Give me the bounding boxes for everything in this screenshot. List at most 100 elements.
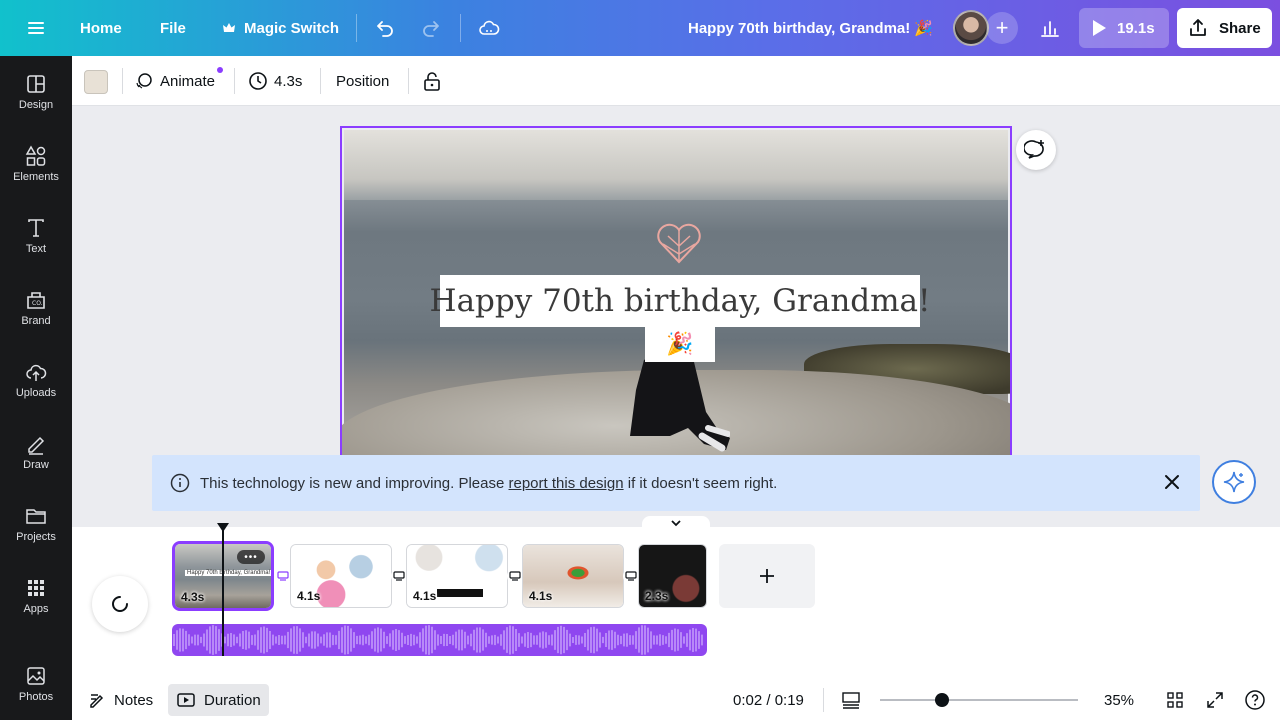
present-duration: 19.1s — [1117, 19, 1155, 37]
add-collaborator-button[interactable]: + — [986, 12, 1018, 44]
color-swatch[interactable] — [84, 70, 108, 94]
sidebar-item-photos[interactable]: Photos — [0, 665, 72, 720]
notice-text-after: if it doesn't seem right. — [623, 474, 778, 492]
divider — [234, 68, 235, 94]
insights-button[interactable] — [1030, 8, 1070, 48]
sparkle-icon — [1223, 471, 1245, 493]
sidebar-item-draw[interactable]: Draw — [0, 433, 72, 493]
clip-more-button[interactable]: ••• — [237, 550, 265, 564]
clock-icon — [249, 72, 267, 90]
elements-icon — [25, 145, 46, 166]
apps-grid-icon — [28, 580, 44, 596]
help-button[interactable] — [1244, 686, 1266, 714]
crown-icon — [223, 23, 235, 32]
zoom-slider-handle[interactable] — [935, 693, 949, 707]
sidebar-item-label: Photos — [18, 691, 54, 703]
page-duration: 4.3s — [274, 72, 303, 90]
lock-button[interactable] — [422, 56, 442, 106]
close-icon — [1165, 475, 1179, 489]
animate-button[interactable]: Animate — [134, 56, 215, 106]
file-menu[interactable]: File — [160, 0, 186, 56]
timeline-clip[interactable]: 4.1s — [522, 544, 624, 608]
sidebar-item-apps[interactable]: Apps — [0, 577, 72, 637]
clip-duration: 4.3s — [181, 590, 205, 604]
clip-duration: 4.1s — [529, 589, 553, 603]
magic-switch-button[interactable]: Magic Switch — [222, 0, 339, 56]
transition-button[interactable] — [507, 568, 523, 584]
transition-icon — [393, 571, 405, 581]
transition-button[interactable] — [391, 568, 407, 584]
position-button[interactable]: Position — [336, 56, 389, 106]
duration-button[interactable]: 4.3s — [248, 56, 302, 106]
loading-indicator — [92, 576, 148, 632]
transition-button[interactable] — [623, 568, 639, 584]
zoom-level[interactable]: 35% — [1104, 686, 1134, 714]
divider — [356, 14, 357, 42]
timeline-duration-button[interactable]: Duration — [168, 684, 269, 716]
zoom-slider-track[interactable] — [880, 699, 1078, 701]
uploads-icon — [26, 364, 47, 381]
redo-button[interactable] — [419, 0, 443, 56]
sidebar-item-uploads[interactable]: Uploads — [0, 361, 72, 421]
collapse-timeline-button[interactable] — [642, 516, 710, 530]
notes-icon — [90, 694, 104, 708]
magic-switch-label: Magic Switch — [244, 19, 340, 37]
comment-add-icon — [1024, 140, 1044, 159]
grid-view-button[interactable] — [1165, 686, 1185, 714]
undo-button[interactable] — [373, 0, 397, 56]
scene-view-button[interactable] — [840, 686, 862, 714]
brand-icon: CO. — [27, 292, 45, 309]
canvas-title-text[interactable]: Happy 70th birthday, Grandma! — [430, 275, 930, 327]
help-icon — [1245, 690, 1265, 710]
info-icon — [170, 473, 190, 493]
report-design-link[interactable]: report this design — [509, 475, 624, 492]
sidebar-item-label: Text — [25, 243, 47, 255]
duration-label: Duration — [204, 691, 261, 709]
transition-button[interactable] — [275, 568, 291, 584]
divider — [460, 14, 461, 42]
add-comment-button[interactable] — [1016, 130, 1056, 170]
draw-icon — [28, 436, 45, 455]
cloud-sync-button[interactable] — [477, 0, 501, 56]
sidebar-item-label: Uploads — [15, 387, 57, 399]
document-title[interactable]: Happy 70th birthday, Grandma! 🎉 — [688, 0, 933, 56]
sidebar-item-text[interactable]: Text — [0, 217, 72, 277]
undo-icon — [377, 21, 393, 37]
playhead[interactable] — [222, 530, 224, 656]
chevron-down-icon — [671, 520, 681, 527]
fullscreen-button[interactable] — [1205, 686, 1225, 714]
hamburger-icon — [28, 22, 44, 34]
sidebar-item-elements[interactable]: Elements — [0, 145, 72, 205]
clip-text-bar — [437, 589, 483, 597]
audio-track[interactable] — [172, 624, 707, 656]
plus-icon: + — [995, 15, 1009, 40]
notice-text: This technology is new and improving. Pl… — [200, 475, 777, 492]
present-button[interactable]: 19.1s — [1079, 8, 1169, 48]
sidebar-item-label: Elements — [13, 171, 59, 183]
timeline-clip[interactable]: 4.1s — [406, 544, 508, 608]
notes-button[interactable]: Notes — [88, 686, 153, 714]
left-sidebar: Design Elements Text CO. Brand Uploads D… — [0, 56, 72, 720]
add-page-button[interactable] — [719, 544, 815, 608]
sidebar-item-brand[interactable]: CO. Brand — [0, 289, 72, 349]
party-popper-emoji[interactable]: 🎉 — [645, 326, 715, 362]
animate-icon — [136, 73, 152, 89]
playhead-handle[interactable] — [217, 523, 229, 532]
page-canvas[interactable]: Happy 70th birthday, Grandma! 🎉 — [340, 126, 1012, 466]
new-feature-dot — [217, 67, 223, 73]
notice-banner: This technology is new and improving. Pl… — [152, 455, 1200, 511]
sidebar-item-projects[interactable]: Projects — [0, 505, 72, 565]
magic-assistant-button[interactable] — [1212, 460, 1256, 504]
share-icon — [1190, 19, 1206, 36]
avatar[interactable] — [953, 10, 989, 46]
menu-button[interactable] — [24, 0, 48, 56]
timeline-clip[interactable]: 2.3s — [638, 544, 707, 608]
divider — [320, 68, 321, 94]
share-button[interactable]: Share — [1177, 8, 1272, 48]
sidebar-item-design[interactable]: Design — [0, 73, 72, 133]
clip-caption: Happy 70th birthday, Grandma! — [185, 570, 271, 576]
divider — [823, 688, 824, 712]
close-notice-button[interactable] — [1160, 470, 1184, 494]
home-button[interactable]: Home — [80, 0, 122, 56]
timeline-clip[interactable]: 4.1s — [290, 544, 392, 608]
